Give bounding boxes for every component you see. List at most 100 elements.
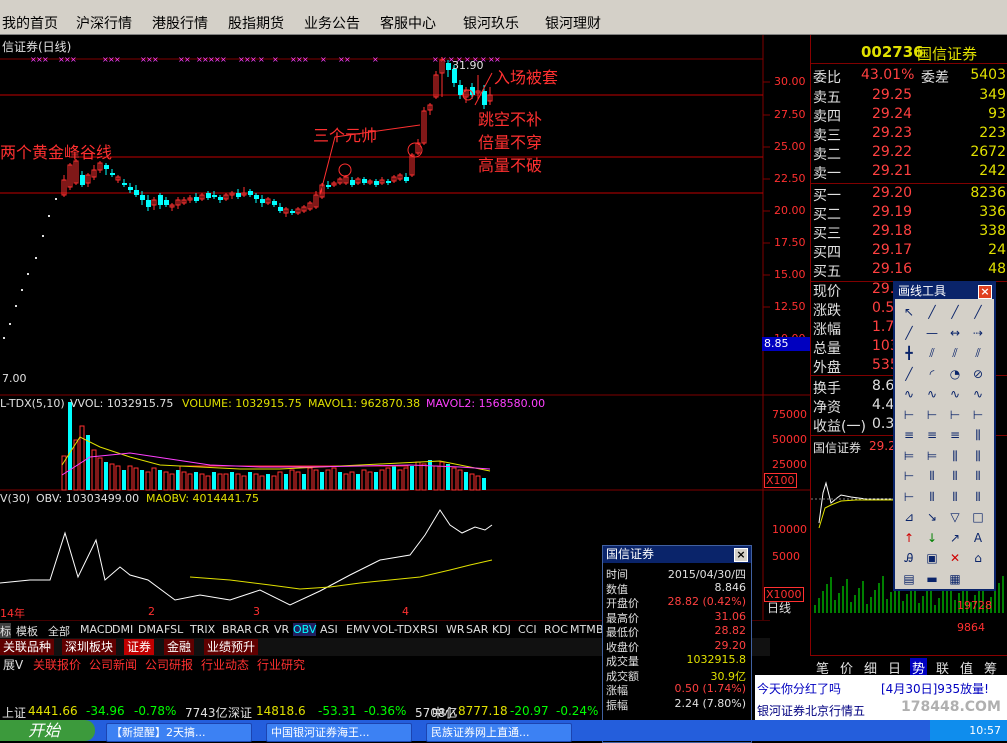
indicator-tab[interactable]: VR [274,623,289,636]
indicator-tab[interactable]: 模板 [16,623,38,639]
taskbar-item[interactable]: 【新提醒】2天搞... [106,723,252,742]
note-icon[interactable]: ▤ [900,570,918,588]
fib-icon[interactable]: ≡ [900,426,918,444]
menu-service[interactable]: 客服中心 [380,13,436,33]
obv-indicator-name[interactable]: V(30) [0,492,30,505]
menu-galaxy-music[interactable]: 银河玖乐 [463,13,519,33]
gann-icon[interactable]: ⊢ [900,406,918,424]
menu-hs-market[interactable]: 沪深行情 [76,13,132,33]
bids-row[interactable]: 买四 29.17 24 [811,242,1007,261]
bids-row[interactable]: 买二 29.19 336 [811,204,1007,223]
parallel-icon[interactable]: ⫽ [923,344,941,362]
fib4-icon[interactable]: ⫼ [969,426,987,444]
wave-icon[interactable]: ∿ [900,385,918,403]
fill-icon[interactable]: ▣ [923,549,941,567]
indicator-tab-active[interactable]: OBV [293,623,317,636]
bids-row[interactable]: 买五 29.16 48 [811,261,1007,280]
asks-row[interactable]: 卖二 29.22 2672 [811,144,1007,163]
indicator-tab[interactable]: ASI [320,623,338,636]
ruler-icon[interactable]: ▬ [923,570,941,588]
wave3-icon[interactable]: ∿ [946,385,964,403]
kline-chart-pane[interactable]: × × × × × × × × × × × × × × × × × × × × × × × × × × × × × × × × × × × × × × × ×… [0,35,812,620]
line-tool-icon[interactable]: ╱ [923,303,941,321]
down-arrow-green-icon[interactable]: ↓ [923,529,941,547]
tab-earnings-up[interactable]: 业绩预升 [204,639,259,655]
menu-index-futures[interactable]: 股指期货 [228,13,284,33]
fib3-icon[interactable]: ≡ [946,426,964,444]
tab-industry-news[interactable]: 行业动态 [198,657,252,673]
indicator-tab[interactable]: EMV [346,623,370,636]
news-link[interactable]: [4月30日]935放量! [881,680,989,697]
up-arrow-icon[interactable]: ↑ [900,529,918,547]
indicator-tab[interactable]: MTM [570,623,596,636]
indicator-tab[interactable]: KDJ [492,623,511,636]
channel2-icon[interactable]: ⫽ [969,344,987,362]
cycle4-icon[interactable]: ⦀ [969,467,987,485]
cycle-icon[interactable]: ⊢ [900,467,918,485]
news-link[interactable]: 今天你分红了吗 [757,680,841,697]
tab-related-products[interactable]: 关联品种 [0,639,55,655]
indicator-tab[interactable]: VOL-TDX [372,623,420,636]
menu-home[interactable]: 我的首页 [2,13,58,33]
wave2-icon[interactable]: ∿ [923,385,941,403]
tab-industry-research[interactable]: 行业研究 [254,657,308,673]
text-edit-icon[interactable]: Ꭿ [900,549,918,567]
period-icon[interactable]: ⊢ [900,488,918,506]
fan-icon[interactable]: ⊨ [900,447,918,465]
pointer-tool-icon[interactable]: ↖ [900,303,918,321]
indicator-tab[interactable]: DMI [112,623,133,636]
hsegment-icon[interactable]: ↔ [946,324,964,342]
period2-icon[interactable]: ⦀ [923,488,941,506]
drawing-tools-palette[interactable]: 画线工具 × ↖ ╱ ╱ ╱ ╱ — ↔ ⇢ ╋ ⫽ ⫽ ⫽ ╱ ◜ ◔ ⊘ ∿ ∿ ∿ ∿ ⊢ ⊢ ⊢ ⊢ ≡ ≡ ≡ ⫼ ⊨ ⊨ ⫼ ⫼ ⊢… [893,281,996,591]
cycle3-icon[interactable]: ⦀ [946,467,964,485]
lock-icon[interactable]: ⌂ [969,549,987,567]
indicator-tab[interactable]: SAR [466,623,488,636]
segment-tool-icon[interactable]: ╱ [969,303,987,321]
period3-icon[interactable]: ⦀ [946,488,964,506]
image-icon[interactable]: ▦ [946,570,964,588]
circle-icon[interactable]: ◔ [946,365,964,383]
kline-chart[interactable]: × × × × × × × × × × × × × × × × × × × × × × × × × × × × × × × × × × × × × × × × [0,35,810,620]
close-icon[interactable]: × [734,548,748,562]
triangle-icon[interactable]: ⊿ [900,508,918,526]
fan4-icon[interactable]: ⫼ [969,447,987,465]
fan3-icon[interactable]: ⫼ [946,447,964,465]
tab-securities[interactable]: 证券 [124,639,155,655]
arc-icon[interactable]: ◜ [923,365,941,383]
hray-icon[interactable]: ⇢ [969,324,987,342]
tab-expand[interactable]: 展V [0,657,26,673]
channel-icon[interactable]: ⫽ [946,344,964,362]
taskbar-item[interactable]: 中国银河证券海王... [266,723,412,742]
taskbar-item[interactable]: 民族证券网上直通... [426,723,572,742]
tab-company-news[interactable]: 公司新闻 [86,657,140,673]
indicator-tab[interactable]: ROC [544,623,568,636]
tab-finance[interactable]: 金融 [164,639,195,655]
gann4-icon[interactable]: ⊢ [969,406,987,424]
delete-icon[interactable]: ✕ [946,549,964,567]
indicator-tab[interactable]: MACD [80,623,113,636]
menu-hk-market[interactable]: 港股行情 [152,13,208,33]
indicator-tab[interactable]: RSI [420,623,438,636]
down-arrow-icon[interactable]: ↘ [923,508,941,526]
bids-row[interactable]: 买一 29.20 8236 [811,185,1007,204]
indicator-tab[interactable]: DMA [138,623,164,636]
gann3-icon[interactable]: ⊢ [946,406,964,424]
menu-announcements[interactable]: 业务公告 [304,13,360,33]
bar-info-popup[interactable]: 国信证券 × 时间 2015/04/30/四 数值 8.846 开盘价 28.82 (0.… [602,545,752,743]
asks-row[interactable]: 卖一 29.21 242 [811,163,1007,182]
indicator-tab[interactable]: 标 [0,623,11,639]
palette-titlebar[interactable]: 画线工具 × [895,283,994,299]
ray-tool-icon[interactable]: ╱ [946,303,964,321]
asks-row[interactable]: 卖四 29.24 93 [811,106,1007,125]
tab-shenzhen-sector[interactable]: 深圳板块 [62,639,117,655]
bids-row[interactable]: 买三 29.18 338 [811,223,1007,242]
cycle2-icon[interactable]: ⦀ [923,467,941,485]
close-icon[interactable]: × [978,285,992,299]
indicator-tab[interactable]: TRIX [190,623,215,636]
tab-related-quotes[interactable]: 关联报价 [30,657,84,673]
period4-icon[interactable]: ⦀ [969,488,987,506]
cross-icon[interactable]: ╋ [900,344,918,362]
menu-galaxy-finance[interactable]: 银河理财 [545,13,601,33]
indicator-tab[interactable]: WR [446,623,465,636]
text-icon[interactable]: A [969,529,987,547]
